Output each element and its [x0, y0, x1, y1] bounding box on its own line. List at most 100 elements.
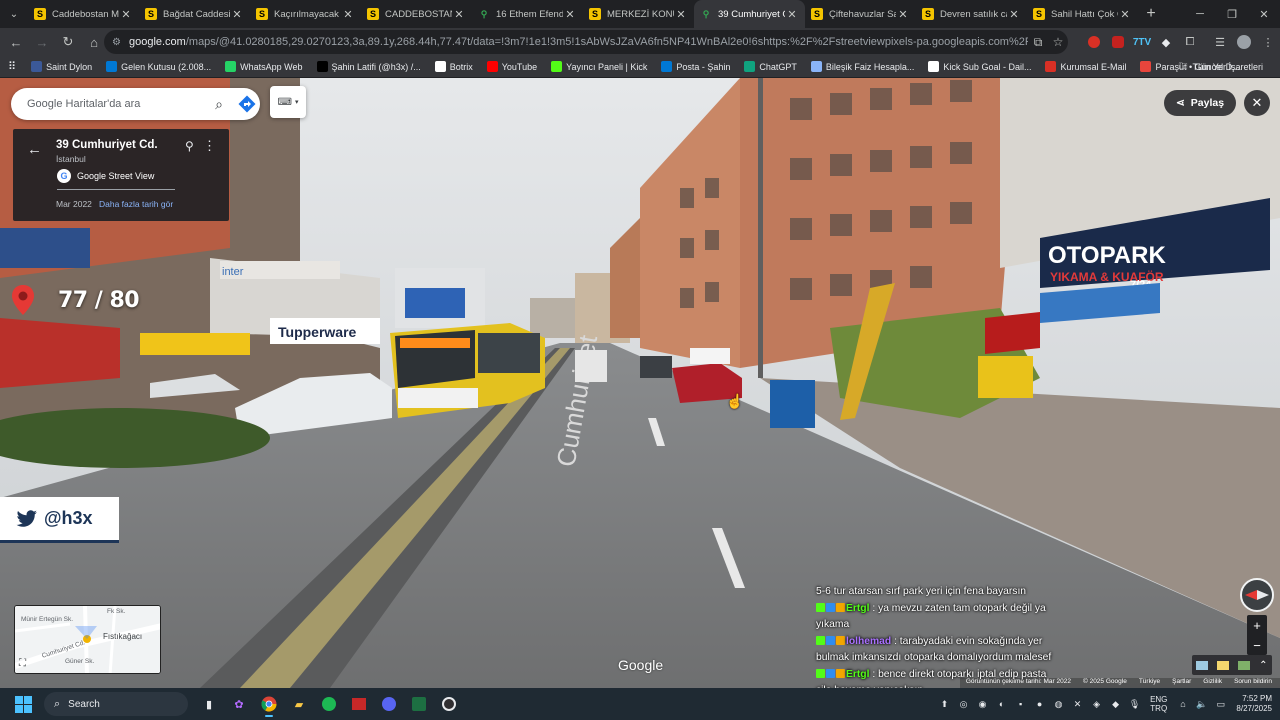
restore-icon[interactable]: ❐: [1216, 0, 1248, 28]
expand-map-icon[interactable]: ⛶: [19, 658, 26, 669]
forward-arrow-icon[interactable]: →: [30, 30, 54, 54]
bookmark-item[interactable]: Yayıncı Paneli | Kick: [544, 56, 654, 78]
chrome-menu-icon[interactable]: ⋮: [1256, 30, 1280, 54]
directions-icon[interactable]: [234, 91, 260, 117]
input-tools-button[interactable]: ⌨ ▾: [270, 86, 306, 118]
close-tab-icon[interactable]: ✕: [230, 8, 244, 21]
windows-start-button[interactable]: [10, 691, 36, 717]
chevron-up-icon[interactable]: ⌃: [1259, 660, 1267, 671]
bookmark-item[interactable]: Kurumsal E-Mail: [1038, 56, 1133, 78]
share-button[interactable]: ⋖ Paylaş: [1164, 90, 1236, 116]
browser-tab[interactable]: S Devren satılık cafe✕: [916, 0, 1027, 28]
tab-search-menu-button[interactable]: ⌄: [0, 0, 28, 28]
close-tab-icon[interactable]: ✕: [563, 8, 577, 21]
tray-app-icon[interactable]: ◍: [1049, 688, 1068, 720]
task-view-icon[interactable]: ▮: [196, 691, 222, 717]
bookmark-star-icon[interactable]: ☆: [1048, 35, 1068, 49]
volume-icon[interactable]: 🔈: [1192, 688, 1211, 720]
home-icon[interactable]: ⌂: [82, 30, 106, 54]
excel-icon[interactable]: [406, 691, 432, 717]
browser-tab[interactable]: ⚲ 39 Cumhuriyet Cd✕: [694, 0, 805, 28]
extension-icon-7tv[interactable]: 7TV: [1130, 30, 1154, 54]
maps-search-box[interactable]: Google Haritalar'da ara ⌕: [11, 88, 260, 120]
bookmark-item[interactable]: Gelen Kutusu (2.008...: [99, 56, 218, 78]
close-tab-icon[interactable]: ✕: [785, 8, 799, 21]
all-bookmarks-folder[interactable]: 🗀 Tüm Yer İşaretleri: [1171, 56, 1270, 78]
zoom-in-icon[interactable]: +: [1253, 618, 1261, 633]
taskbar-search-box[interactable]: ⌕ Search: [44, 692, 188, 716]
spotify-icon[interactable]: [316, 691, 342, 717]
file-explorer-icon[interactable]: ▰: [286, 691, 312, 717]
obs-icon[interactable]: [436, 691, 462, 717]
browser-tab[interactable]: S Sahil Hattı Çok Ö ✕: [1027, 0, 1138, 28]
reading-list-icon[interactable]: ☰: [1208, 30, 1232, 54]
network-icon[interactable]: ⌂: [1173, 688, 1192, 720]
bookmark-item[interactable]: Şahin Latifi (@h3x) /...: [310, 56, 428, 78]
attribution-item[interactable]: Sorun bildirin: [1234, 678, 1272, 688]
compass-button[interactable]: [1240, 578, 1274, 612]
layer-thumbnail[interactable]: [1238, 660, 1251, 670]
mini-map[interactable]: Münir Ertegün Sk. Fk Sk. Fıstıkağacı Cum…: [14, 605, 161, 674]
copilot-icon[interactable]: ✿: [226, 691, 252, 717]
bookmark-item[interactable]: Botrix: [428, 56, 480, 78]
tray-app-icon[interactable]: ⬆: [935, 688, 954, 720]
app-icon-red[interactable]: [346, 691, 372, 717]
microphone-icon[interactable]: 🎙: [1125, 688, 1144, 720]
discord-icon[interactable]: [376, 691, 402, 717]
browser-tab[interactable]: S Bağdat Caddesi ✕: [139, 0, 250, 28]
battery-icon[interactable]: ▭: [1211, 688, 1230, 720]
url-text[interactable]: google.com/maps/@41.0280185,29.0270123,3…: [129, 36, 1028, 48]
more-dates-link[interactable]: Daha fazla tarih gör: [99, 199, 173, 209]
open-in-app-icon[interactable]: ⧉: [1028, 35, 1048, 50]
back-arrow-icon[interactable]: ←: [4, 30, 28, 54]
back-arrow-icon[interactable]: ←: [27, 141, 42, 158]
tray-app-icon[interactable]: ◉: [973, 688, 992, 720]
tray-app-icon[interactable]: ◆: [1106, 688, 1125, 720]
bookmark-item[interactable]: ChatGPT: [737, 56, 804, 78]
layer-thumbnail[interactable]: [1217, 660, 1230, 670]
layer-thumbnail[interactable]: [1196, 660, 1209, 670]
reload-icon[interactable]: ↻: [56, 30, 80, 54]
tray-app-icon[interactable]: ✕: [1068, 688, 1087, 720]
tray-app-icon[interactable]: ●: [1030, 688, 1049, 720]
browser-tab[interactable]: S CADDEBOSTAN B✕: [361, 0, 472, 28]
bookmark-item[interactable]: WhatsApp Web: [218, 56, 309, 78]
close-tab-icon[interactable]: ✕: [1007, 8, 1021, 21]
bookmark-item[interactable]: Bileşik Faiz Hesapla...: [804, 56, 922, 78]
browser-tab[interactable]: S MERKEZİ KONUM✕: [583, 0, 694, 28]
layers-strip[interactable]: ⌃: [1192, 655, 1272, 675]
close-street-view-button[interactable]: ✕: [1244, 90, 1270, 116]
tray-app-icon[interactable]: ◈: [1087, 688, 1106, 720]
browser-tab[interactable]: S Kaçırılmayacak k ✕: [250, 0, 361, 28]
extensions-puzzle-icon[interactable]: ⧠: [1178, 30, 1202, 54]
map-pin-icon[interactable]: ⚲: [185, 139, 194, 153]
tray-app-icon[interactable]: ◎: [954, 688, 973, 720]
new-tab-button[interactable]: +: [1138, 5, 1164, 23]
street-view-panorama[interactable]: inter Tupperware Cumhuriyet OTOPARK YIKA…: [0, 78, 1280, 688]
clock[interactable]: 7:52 PM 8/27/2025: [1236, 694, 1272, 714]
browser-tab[interactable]: ⚲ 16 Ethem Efendi C✕: [472, 0, 583, 28]
bookmark-item[interactable]: YouTube: [480, 56, 544, 78]
bookmark-item[interactable]: Saint Dylon: [24, 56, 99, 78]
site-info-icon[interactable]: ⚙: [112, 37, 121, 48]
close-tab-icon[interactable]: ✕: [119, 8, 133, 21]
profile-avatar[interactable]: [1232, 30, 1256, 54]
attribution-item[interactable]: Türkiye: [1139, 678, 1160, 688]
browser-tab[interactable]: S Çiftehavuzlar Sah✕: [805, 0, 916, 28]
language-indicator[interactable]: ENG TRQ: [1150, 695, 1167, 713]
close-tab-icon[interactable]: ✕: [896, 8, 910, 21]
minimize-icon[interactable]: ─: [1184, 0, 1216, 28]
chrome-icon[interactable]: [256, 691, 282, 717]
bookmark-item[interactable]: Posta - Şahin: [654, 56, 737, 78]
attribution-item[interactable]: Gizlilik: [1203, 678, 1222, 688]
close-tab-icon[interactable]: ✕: [674, 8, 688, 21]
close-tab-icon[interactable]: ✕: [341, 8, 355, 21]
close-window-icon[interactable]: ✕: [1248, 0, 1280, 28]
tray-app-icon[interactable]: ▪: [1011, 688, 1030, 720]
address-bar[interactable]: ⚙ google.com/maps/@41.0280185,29.0270123…: [104, 30, 1068, 54]
zoom-out-icon[interactable]: −: [1253, 638, 1261, 653]
apps-grid-icon[interactable]: ⠿: [0, 56, 24, 78]
more-options-icon[interactable]: ⋮: [203, 138, 216, 154]
close-tab-icon[interactable]: ✕: [452, 8, 466, 21]
attribution-item[interactable]: Şartlar: [1172, 678, 1191, 688]
